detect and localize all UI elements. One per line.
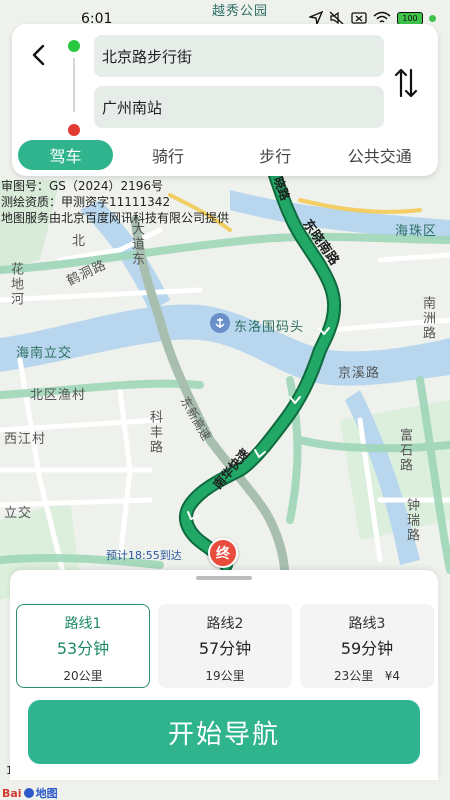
map-label-dadao: 大道东 xyxy=(129,222,144,267)
route-time: 59分钟 xyxy=(340,639,394,658)
status-icons: 100 xyxy=(309,11,436,25)
sim-icon xyxy=(351,12,367,24)
paw-icon xyxy=(23,788,34,798)
tab-drive[interactable]: 驾车 xyxy=(18,140,113,170)
eta-label: 预计18:55到达 xyxy=(106,549,182,562)
baidu-logo-prefix: Bai xyxy=(2,786,22,800)
route-option-2[interactable]: 路线2 57分钟 19公里 xyxy=(158,604,292,688)
back-arrow-icon xyxy=(32,44,45,66)
route-option-3[interactable]: 路线3 59分钟 23公里 ¥4 xyxy=(300,604,434,688)
route-dots xyxy=(68,40,80,140)
route-detail: 19公里 xyxy=(205,669,245,683)
wifi-icon xyxy=(373,11,391,23)
end-location-input[interactable]: 广州南站 xyxy=(94,86,384,128)
status-bar: 6:01 100 xyxy=(0,0,450,27)
map-label-beiqu: 北区渔村 xyxy=(30,388,87,403)
map-label-dongluo: 东洛围码头 xyxy=(234,320,305,335)
route-search-card: 北京路步行街 广州南站 驾车 骑行 步行 公共交通 xyxy=(12,24,438,176)
start-dot-icon xyxy=(68,40,80,52)
route-sheet: 路线1 53分钟 20公里 路线2 57分钟 19公里 路线3 59分钟 23公… xyxy=(10,570,438,780)
end-marker[interactable]: 终 xyxy=(208,538,238,568)
baidu-logo: Bai 地图 xyxy=(2,785,58,800)
map-label-lijiao: 立交 xyxy=(4,506,33,521)
map-label-jingtang: 京溪路 xyxy=(338,366,381,381)
route-name: 路线2 xyxy=(206,616,244,632)
battery-icon: 100 xyxy=(397,11,423,25)
tab-walk[interactable]: 步行 xyxy=(223,140,328,170)
route-option-1[interactable]: 路线1 53分钟 20公里 xyxy=(16,604,150,688)
route-name: 路线3 xyxy=(348,616,386,632)
map-label-bei: 北 xyxy=(72,234,87,249)
location-icon xyxy=(309,11,323,25)
map-label-fuxi: 富石路 xyxy=(397,428,412,473)
end-dot-icon xyxy=(68,124,80,136)
start-navigation-button[interactable]: 开始导航 xyxy=(28,700,420,764)
ferry-icon xyxy=(210,313,230,333)
sheet-handle[interactable] xyxy=(196,576,252,580)
mute-icon xyxy=(329,11,344,25)
map-label-zhongsheng: 钟瑞路 xyxy=(404,498,419,543)
route-detail: 20公里 xyxy=(63,669,103,683)
map-label-huadi: 花地河 xyxy=(8,262,23,307)
map-label-keyong: 科丰路 xyxy=(147,410,162,455)
route-name: 路线1 xyxy=(64,616,102,632)
map-label-nan: 南洲路 xyxy=(420,296,435,341)
baidu-logo-text: 地图 xyxy=(35,787,58,800)
route-options: 路线1 53分钟 20公里 路线2 57分钟 19公里 路线3 59分钟 23公… xyxy=(16,604,434,688)
map-label-xijiao: 西江村 xyxy=(4,432,47,447)
back-button[interactable] xyxy=(26,40,50,70)
map-label-haizhu: 海珠区 xyxy=(395,224,438,239)
tab-ride[interactable]: 骑行 xyxy=(113,140,223,170)
start-location-input[interactable]: 北京路步行街 xyxy=(94,35,384,77)
route-time: 53分钟 xyxy=(56,639,110,658)
swap-arrows-icon xyxy=(394,68,418,98)
tab-transit[interactable]: 公共交通 xyxy=(328,140,433,170)
route-time: 57分钟 xyxy=(198,639,252,658)
map-label-hainan-lijiao: 海南立交 xyxy=(16,346,73,361)
charging-dot-icon xyxy=(429,14,436,22)
map-copyright: 审图号：GS（2024）2196号 测绘资质：甲测资字11111342 地图服务… xyxy=(1,179,230,225)
transport-tabs: 驾车 骑行 步行 公共交通 xyxy=(18,140,432,170)
swap-button[interactable] xyxy=(392,66,420,100)
route-detail: 23公里 ¥4 xyxy=(334,669,400,683)
dot-connector xyxy=(73,58,75,112)
